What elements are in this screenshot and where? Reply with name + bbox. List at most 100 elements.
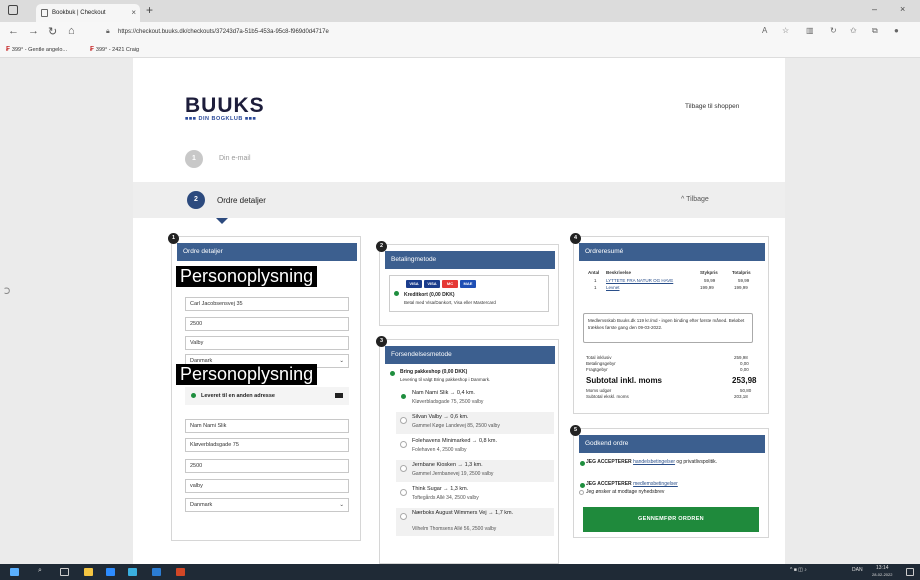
os-taskbar: ⌕ ^ ■ ◫ ♪ DAN 13:14 28-02-2022	[0, 564, 920, 580]
back-arrow-icon[interactable]: ←	[8, 25, 19, 37]
checked-dot-icon	[580, 483, 585, 488]
address-field[interactable]: Carl Jacobsensvej 35	[185, 297, 349, 311]
home-icon[interactable]: ⌂	[68, 25, 75, 37]
pickup-option[interactable]: Folehavens Minimarked → 0,8 km. Folehave…	[396, 436, 554, 458]
address-bar[interactable]: 🔒︎ https://checkout.buuks.dk/checkouts/3…	[104, 25, 744, 39]
tray-icons[interactable]: ^ ■ ◫ ♪	[790, 567, 807, 573]
freight-value: 0,00	[740, 367, 749, 372]
radio-icon	[400, 417, 407, 424]
favorite-star-icon[interactable]: ☆	[782, 26, 789, 35]
powerpoint-icon[interactable]	[176, 568, 185, 576]
credit-card-option[interactable]: VISA VISA MC MAE Kreditkort (0,00 DKK) B…	[389, 275, 549, 312]
membership-note: Medlemsskab Buuks.dk 119 kr./md - ingen …	[583, 313, 753, 343]
checkout-sheet: BUUKS ■■■ DIN BOGKLUB ■■■ Tilbage til sh…	[133, 58, 785, 564]
complete-order-button[interactable]: GENNEMFØR ORDREN	[583, 507, 759, 532]
refresh-small-icon[interactable]: ↻	[830, 26, 837, 35]
step-back-link[interactable]: ^ Tilbage	[681, 196, 709, 203]
task-view-icon[interactable]	[60, 568, 69, 576]
zip-field[interactable]: 2500	[185, 317, 349, 331]
terms-link[interactable]: handelsbetingelser	[633, 459, 675, 465]
split-screen-icon[interactable]: ▥	[806, 26, 814, 35]
buuks-logo[interactable]: BUUKS	[185, 94, 265, 118]
pickup-option[interactable]: Think Sugar → 1,3 km. Toftegårds Allé 34…	[396, 484, 554, 506]
shipping-card: 3 Forsendelsesmetode Bring pakkeshop (0,…	[376, 336, 559, 564]
collections-icon[interactable]: ⧉	[872, 26, 878, 36]
forward-arrow-icon[interactable]: →	[28, 25, 39, 37]
pickup-option[interactable]: Nærboks August Wimmers Vej → 1,7 km. Vil…	[396, 508, 554, 536]
notifications-icon[interactable]	[906, 568, 914, 576]
search-icon[interactable]: ⌕	[38, 567, 47, 575]
file-explorer-icon[interactable]	[84, 568, 93, 576]
approve-order-card: 5 Godkend ordre JEG ACCEPTERER handelsbe…	[570, 425, 769, 538]
reload-icon[interactable]: ↻	[48, 25, 57, 38]
truck-icon	[335, 393, 343, 398]
start-windows-icon[interactable]	[10, 568, 19, 576]
page-favicon-icon	[41, 9, 48, 17]
bookmark-item[interactable]: ₣ 399° - 2421 Craig	[90, 42, 139, 58]
url-text: https://checkout.buuks.dk/checkouts/3724…	[118, 29, 329, 35]
line-desc-link[interactable]: LYTTETE FRA NATUR OG HAVE	[606, 278, 673, 283]
favorites-icon[interactable]: ✩	[850, 26, 857, 35]
card-header: Ordre detaljer	[177, 243, 357, 261]
step-order-details: 2 Ordre detaljer ^ Tilbage	[133, 182, 785, 218]
close-tab-icon[interactable]: ×	[131, 4, 136, 22]
pickup-option[interactable]: Jernbane Kiosken → 1,3 km. Gammel Jernba…	[396, 460, 554, 482]
alt-country-select[interactable]: Danmark ⌄	[185, 498, 349, 512]
chevron-down-icon: ⌄	[339, 502, 344, 508]
word-icon[interactable]	[152, 568, 161, 576]
step-number: 1	[185, 150, 203, 168]
alt-delivery-toggle[interactable]: Leveret til en anden adresse	[185, 387, 349, 405]
new-tab-button[interactable]: +	[146, 3, 153, 17]
visa-logo-icon: VISA	[406, 280, 422, 288]
card-header: Godkend ordre	[579, 435, 765, 453]
minimize-icon[interactable]: –	[872, 4, 877, 14]
card-header: Betalingmetode	[385, 251, 555, 269]
order-summary-card: 4 Ordreresumé Antal Beskrivelse Stykpris…	[570, 233, 769, 414]
selected-dot-icon	[394, 291, 399, 296]
back-to-shop-link[interactable]: Tilbage til shoppen	[685, 103, 739, 110]
subtotal-ex-label: Subtotal ekskl. moms	[586, 394, 629, 399]
alt-name-field[interactable]: Nam Nami Slik	[185, 419, 349, 433]
accept-membership-checkbox[interactable]: JEG ACCEPTERER medlemsbetingelser	[580, 481, 756, 488]
total-incl-label: Total inklusiv	[586, 355, 612, 360]
fee-value: 0,00	[740, 361, 749, 366]
browser-tab[interactable]: Bookbuk | Checkout ×	[36, 4, 140, 22]
pickup-option[interactable]: Nam Nami Slik → 0,4 km. Kløverbladsgade …	[396, 388, 554, 410]
tab-actions-icon[interactable]	[8, 5, 18, 15]
newsletter-checkbox[interactable]: Jeg ønsker at modtage nyhedsbrev	[579, 489, 756, 496]
clock-date[interactable]: 28-02-2022	[872, 572, 892, 577]
accept-terms-checkbox[interactable]: JEG ACCEPTERER handelsbetingelser og pri…	[580, 459, 756, 466]
alt-street-field[interactable]: Kløverbladsgade 75	[185, 438, 349, 452]
order-details-card: 1 Ordre detaljer Personoplysning Carl Ja…	[168, 233, 361, 541]
col-unit: Stykpris	[700, 270, 718, 275]
checked-dot-icon	[580, 461, 585, 466]
profile-icon[interactable]: ●	[894, 26, 899, 35]
app-icon[interactable]	[128, 568, 137, 576]
shipping-method-label[interactable]: Bring pakkeshop (0,00 DKK)	[400, 369, 467, 375]
visa-logo-icon: VISA	[424, 280, 440, 288]
pickup-option[interactable]: Silvan Valby → 0,6 km. Gammel Køge Lande…	[396, 412, 554, 434]
card-option-label: Kreditkort (0,00 DKK)	[404, 292, 455, 298]
alt-zip-field[interactable]: 2500	[185, 459, 349, 473]
membership-terms-link[interactable]: medlemsbetingelser	[633, 481, 678, 487]
logo-tagline: ■■■ DIN BOGKLUB ■■■	[185, 116, 257, 122]
col-qty: Antal	[588, 270, 600, 275]
bookmark-item[interactable]: ₣ 399° - Gentle angelo...	[6, 42, 67, 58]
subtotal-value: 253,98	[732, 376, 757, 385]
city-field[interactable]: Valby	[185, 336, 349, 350]
edge-browser-icon[interactable]	[106, 568, 115, 576]
radio-icon	[400, 465, 407, 472]
line-qty: 1	[594, 285, 597, 290]
alt-delivery-label: Leveret til en anden adresse	[201, 393, 275, 399]
alt-city-field[interactable]: valby	[185, 479, 349, 493]
lock-icon: 🔒︎	[106, 28, 110, 35]
fee-label: Betalingsgebyr	[586, 361, 616, 366]
read-aloud-icon[interactable]: A	[762, 26, 767, 35]
clock-time[interactable]: 13:14	[876, 565, 889, 571]
language-indicator[interactable]: DAN	[852, 567, 863, 573]
line-desc-link[interactable]: Levnet	[606, 285, 620, 290]
window-close-icon[interactable]: ×	[900, 4, 905, 14]
col-desc: Beskrivelse	[606, 270, 632, 275]
step-pointer-icon	[216, 218, 228, 224]
shipping-method-desc: Levering til valgt Bring pakkeshop i Dan…	[400, 377, 491, 382]
